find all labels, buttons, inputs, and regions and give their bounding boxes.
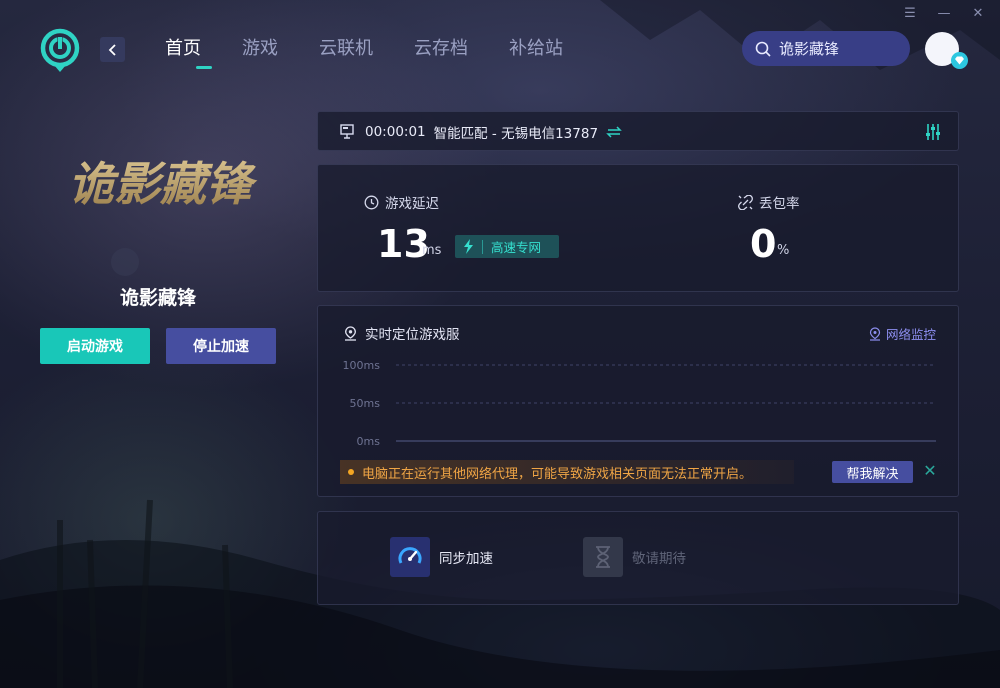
vip-diamond-icon [951,52,968,69]
close-warning-icon[interactable]: ✕ [922,463,938,479]
nav-tab-cloud-save[interactable]: 云存档 [414,36,509,66]
game-logo-text: 诡影藏锋 [68,157,258,211]
connection-status-bar: 00:00:01 智能匹配 - 无锡电信13787 [317,111,959,151]
search-text: 诡影藏锋 [779,40,840,58]
speedometer-icon [390,537,430,577]
monitor-title: 实时定位游戏服 [365,327,460,343]
route-info: 智能匹配 - 无锡电信13787 [433,126,599,142]
packet-loss-unit: % [777,243,790,258]
game-name: 诡影藏锋 [119,287,196,309]
y-tick-label: 100ms [343,359,381,372]
close-icon[interactable]: ✕ [970,6,986,22]
start-game-button[interactable]: 启动游戏 [40,328,150,364]
coming-soon-tool: 敬请期待 [583,537,686,577]
latency-chart: 100ms 50ms 0ms [343,359,936,448]
nav-tab-games[interactable]: 游戏 [242,36,319,66]
nav-tab-cloud-multiplayer[interactable]: 云联机 [319,36,414,66]
app-logo-icon[interactable] [40,28,80,72]
connection-timer: 00:00:01 [365,124,426,140]
stop-acceleration-button[interactable]: 停止加速 [166,328,276,364]
back-button[interactable] [100,37,125,62]
broken-link-icon [738,194,753,210]
proxy-warning-banner: 电脑正在运行其他网络代理，可能导致游戏相关页面无法正常开启。 [340,460,794,484]
switch-route-icon[interactable] [606,126,622,138]
nav-tab-supply-station[interactable]: 补给站 [509,36,579,66]
network-monitor-label: 网络监控 [885,327,936,342]
tools-card: 同步加速 敬请期待 [317,511,959,605]
lightning-icon [464,239,473,254]
stats-card: 游戏延迟 13 ms 高速专网 丢包率 0 % [317,164,959,292]
sync-acceleration-label: 同步加速 [439,551,493,567]
packet-loss-value: 0 [750,222,777,266]
latency-label: 游戏延迟 [385,196,439,212]
game-title-logo: 诡影藏锋 [68,157,258,211]
server-monitor-card: 实时定位游戏服 网络监控 100ms 50ms 0ms 电脑正在运行其他网络代理，可… [317,305,959,497]
nav-tab-home[interactable]: 首页 [165,36,242,66]
warning-dot-icon [348,469,354,475]
settings-sliders-icon[interactable] [924,123,942,141]
search-box[interactable]: 诡影藏锋 [742,31,910,66]
coming-soon-label: 敬请期待 [632,551,686,567]
minimize-icon[interactable]: — [936,6,952,22]
help-me-fix-button[interactable]: 帮我解决 [832,461,913,483]
chevron-left-icon [108,43,116,56]
location-pin-icon [869,326,881,341]
sync-acceleration-tool[interactable]: 同步加速 [390,537,493,577]
line-type-badge: 高速专网 [455,235,559,258]
y-tick-label: 0ms [357,435,381,448]
latency-unit: ms [422,243,442,258]
monitor-title-group: 实时定位游戏服 [344,323,460,343]
menu-icon[interactable]: ☰ [902,6,918,22]
packet-loss-label: 丢包率 [759,196,800,212]
proxy-warning-text: 电脑正在运行其他网络代理，可能导致游戏相关页面无法正常开启。 [362,466,753,482]
network-monitor-link[interactable]: 网络监控 [869,324,936,343]
y-tick-label: 50ms [350,397,381,410]
search-icon [755,41,771,57]
main-nav: 首页 游戏 云联机 云存档 补给站 [165,36,579,66]
pc-monitor-icon [340,124,354,139]
clock-icon [364,195,379,209]
window-controls: ☰ — ✕ [902,6,986,22]
packet-loss-label-group: 丢包率 [738,192,800,212]
location-pin-icon [345,325,356,341]
hourglass-icon [583,537,623,577]
latency-label-group: 游戏延迟 [364,192,439,212]
line-type-text: 高速专网 [491,240,542,255]
